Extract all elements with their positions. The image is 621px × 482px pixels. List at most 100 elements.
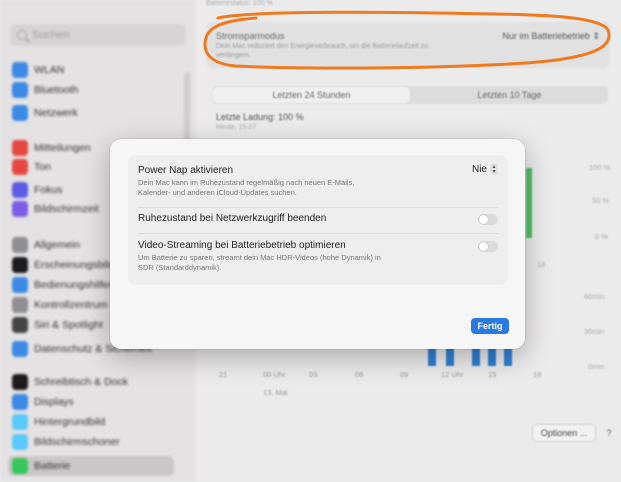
search-field[interactable]: Suchen (10, 24, 186, 46)
accessibility-icon (12, 277, 28, 293)
segment-10-days[interactable]: Letzten 10 Tage (411, 86, 608, 104)
sidebar-item-displays[interactable]: Displays (12, 392, 74, 412)
x-label: 15 (488, 370, 497, 379)
sidebar-item-label: Ton (34, 161, 51, 173)
wifi-icon (12, 62, 28, 78)
video-streaming-description: Um Batterie zu sparen, streamt dein Mac … (138, 253, 381, 272)
segment-24-hours[interactable]: Letzten 24 Stunden (213, 87, 410, 103)
sidebar-item-ton[interactable]: Ton (12, 157, 51, 177)
wallpaper-icon (12, 414, 28, 430)
battery-icon (12, 458, 28, 474)
speaker-icon (12, 159, 28, 175)
battery-level-bar (526, 168, 532, 238)
divider (138, 207, 498, 208)
x-label: 18 (533, 370, 542, 379)
sidebar-item-label: Bedienungshilfen (34, 279, 115, 291)
axis-label-hidden-18: 18 (537, 260, 546, 269)
sidebar-item-label: Schreibtisch & Dock (34, 376, 128, 388)
sidebar-item-label: Bildschirmzeit (34, 203, 99, 215)
bell-icon (12, 140, 28, 156)
done-button[interactable]: Fertig (471, 318, 509, 334)
time-range-segmented-control[interactable]: Letzten 24 Stunden Letzten 10 Tage (212, 86, 608, 104)
help-button[interactable]: ? (600, 424, 618, 442)
sidebar-item-allgemein[interactable]: Allgemein (12, 235, 80, 255)
sidebar-item-fokus[interactable]: Fokus (12, 180, 63, 200)
sidebar-item-bedienungshilfen[interactable]: Bedienungshilfen (12, 275, 115, 295)
battery-options-sheet: Power Nap aktivieren Dein Mac kann im Ru… (110, 139, 525, 349)
x-label: 00 Uhr (263, 370, 286, 379)
wake-network-title: Ruhezustand bei Netzwerkzugriff beenden (138, 213, 327, 224)
sidebar-item-bildschirmzeit[interactable]: Bildschirmzeit (12, 199, 99, 219)
hourglass-icon (12, 201, 28, 217)
search-placeholder: Suchen (32, 29, 70, 41)
sidebar-item-bluetooth[interactable]: Bluetooth (12, 80, 78, 100)
sidebar-item-wlan[interactable]: WLAN (12, 60, 64, 80)
axis-label-0-percent: 0 % (595, 232, 608, 241)
sidebar-item-label: Mitteilungen (34, 142, 91, 154)
options-button[interactable]: Optionen ... (532, 424, 596, 442)
globe-icon (12, 105, 28, 121)
screensaver-icon (12, 434, 28, 450)
last-charge-time: Heute, 15:27 (216, 124, 257, 131)
x-label: 09 (400, 370, 409, 379)
divider (138, 233, 498, 234)
video-streaming-toggle[interactable] (478, 241, 498, 252)
axis-label-100-percent: 100 % (589, 163, 611, 172)
usage-bar (472, 348, 480, 366)
siri-icon (12, 317, 28, 333)
sidebar-item-label: Batterie (34, 460, 71, 472)
sidebar-item-hintergrundbild[interactable]: Hintergrundbild (12, 412, 105, 432)
date-label: 13. Mai (263, 388, 288, 397)
power-nap-description: Dein Mac kann im Ruhezustand regelmäßig … (138, 178, 355, 197)
sidebar-item-siri-spotlight[interactable]: Siri & Spotlight (12, 315, 103, 335)
sidebar-item-label: Allgemein (34, 239, 81, 251)
sidebar-item-label: WLAN (34, 64, 65, 76)
sidebar-item-mitteilungen[interactable]: Mitteilungen (12, 138, 91, 158)
dock-icon (12, 374, 28, 390)
hand-icon (12, 341, 28, 357)
orange-annotation-circle (203, 10, 611, 70)
power-nap-title: Power Nap aktivieren (138, 165, 234, 176)
x-label: 21 (219, 370, 228, 379)
x-label: 06 (355, 370, 364, 379)
usage-bar (428, 348, 436, 366)
last-charge-label: Letzte Ladung: 100 % (216, 112, 304, 122)
power-nap-select[interactable]: Nie ▴ ▾ (472, 164, 498, 175)
axis-label-30min: 30min (584, 327, 605, 336)
axis-label-0min: 0min (588, 362, 605, 371)
usage-bar (446, 348, 454, 366)
video-streaming-title: Video-Streaming bei Batteriebetrieb opti… (138, 240, 346, 251)
sidebar-item-label: Kontrollzentrum (34, 299, 108, 311)
axis-label-60min: 60min (584, 292, 605, 301)
video-streaming-row: Video-Streaming bei Batteriebetrieb opti… (138, 240, 498, 272)
sidebar-item-label: Erscheinungsbild (34, 259, 114, 271)
display-icon (12, 394, 28, 410)
axis-label-50-percent: 50 % (592, 196, 610, 205)
sidebar-item-schreibtisch-dock[interactable]: Schreibtisch & Dock (12, 372, 128, 392)
control-center-icon (12, 297, 28, 313)
sidebar-item-batterie[interactable]: Batterie (8, 456, 174, 476)
gear-icon (12, 237, 28, 253)
wake-network-toggle[interactable] (478, 214, 498, 225)
x-label: 12 Uhr (441, 370, 464, 379)
wake-network-row: Ruhezustand bei Netzwerkzugriff beenden (138, 213, 498, 224)
sidebar-item-label: Siri & Spotlight (34, 319, 103, 331)
power-nap-row: Power Nap aktivieren Dein Mac kann im Ru… (138, 165, 498, 197)
sidebar-item-bildschirmschoner[interactable]: Bildschirmschoner (12, 432, 120, 452)
moon-icon (12, 182, 28, 198)
sidebar-item-netzwerk[interactable]: Netzwerk (12, 103, 78, 123)
usage-bar (504, 348, 512, 366)
sidebar-item-label: Bildschirmschoner (34, 436, 120, 448)
power-nap-value: Nie (471, 164, 487, 175)
sidebar-item-label: Hintergrundbild (34, 416, 106, 428)
stepper-arrows-icon: ▴ ▾ (490, 164, 498, 175)
usage-bar (488, 348, 496, 366)
search-icon (17, 30, 27, 40)
sidebar-item-kontrollzentrum[interactable]: Kontrollzentrum (12, 295, 108, 315)
x-label: 03 (309, 370, 318, 379)
sidebar-item-erscheinungsbild[interactable]: Erscheinungsbild (12, 255, 114, 275)
bluetooth-icon (12, 82, 28, 98)
sidebar-item-label: Fokus (34, 184, 63, 196)
sidebar-item-label: Displays (34, 396, 74, 408)
appearance-icon (12, 257, 28, 273)
